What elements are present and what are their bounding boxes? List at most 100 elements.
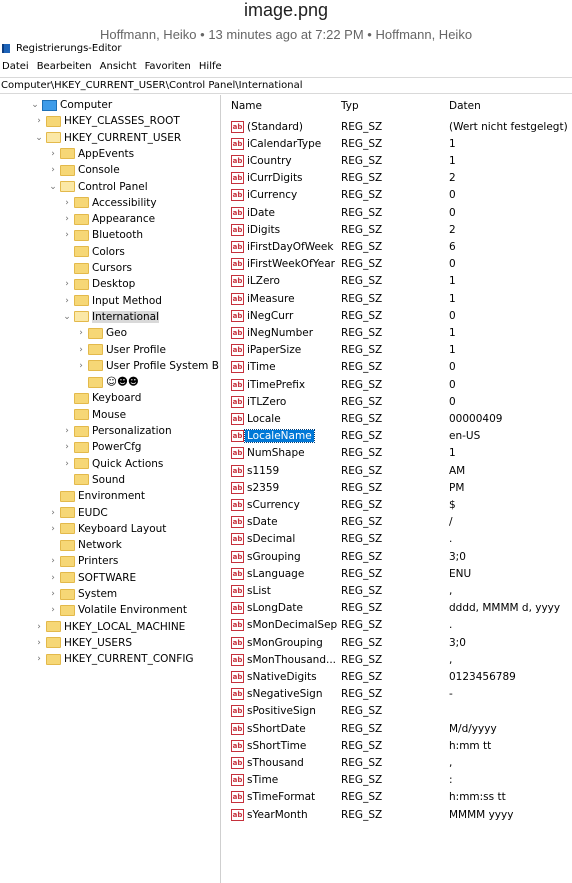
tree-item[interactable]: › HKEY_USERS: [34, 635, 132, 651]
collapsed-chevron-icon[interactable]: ›: [76, 358, 86, 374]
menu-datei[interactable]: Datei: [0, 61, 33, 72]
value-row[interactable]: ab LocaleName REG_SZ en-US: [224, 428, 572, 445]
value-row[interactable]: ab iPaperSize REG_SZ 1: [224, 342, 572, 359]
value-row[interactable]: ab NumShape REG_SZ 1: [224, 445, 572, 462]
value-row[interactable]: ab sTimeFormat REG_SZ h:mm:ss tt: [224, 789, 572, 806]
value-row[interactable]: ab sGrouping REG_SZ 3;0: [224, 548, 572, 565]
value-row[interactable]: ab sPositiveSign REG_SZ: [224, 703, 572, 720]
collapsed-chevron-icon[interactable]: ›: [48, 146, 58, 162]
value-row[interactable]: ab iCountry REG_SZ 1: [224, 152, 572, 169]
tree-item[interactable]: Cursors: [62, 260, 132, 276]
value-row[interactable]: ab iCurrency REG_SZ 0: [224, 187, 572, 204]
collapsed-chevron-icon[interactable]: ›: [62, 439, 72, 455]
tree-item[interactable]: › Bluetooth: [62, 227, 143, 243]
tree-item[interactable]: › User Profile System B: [76, 358, 219, 374]
tree-item[interactable]: Keyboard: [62, 390, 141, 406]
tree-item[interactable]: ⌄ Control Panel: [48, 179, 147, 195]
tree-item[interactable]: › Geo: [76, 325, 127, 341]
value-row[interactable]: ab sDate REG_SZ /: [224, 514, 572, 531]
tree-item[interactable]: Colors: [62, 244, 125, 260]
tree-item[interactable]: › Quick Actions: [62, 456, 163, 472]
collapsed-chevron-icon[interactable]: ›: [34, 113, 44, 129]
tree-item[interactable]: › Console: [48, 162, 120, 178]
value-row[interactable]: ab sCurrency REG_SZ $: [224, 496, 572, 513]
tree-item[interactable]: › HKEY_CURRENT_CONFIG: [34, 651, 193, 667]
tree-item[interactable]: › AppEvents: [48, 146, 134, 162]
value-row[interactable]: ab iTLZero REG_SZ 0: [224, 393, 572, 410]
collapsed-chevron-icon[interactable]: ›: [62, 211, 72, 227]
collapsed-chevron-icon[interactable]: ›: [76, 325, 86, 341]
tree-item[interactable]: › Personalization: [62, 423, 171, 439]
value-row[interactable]: ab sLanguage REG_SZ ENU: [224, 565, 572, 582]
tree-item[interactable]: › PowerCfg: [62, 439, 141, 455]
expanded-chevron-icon[interactable]: ⌄: [62, 309, 72, 325]
tree-item[interactable]: Environment: [48, 488, 145, 504]
tree-item[interactable]: › Keyboard Layout: [48, 521, 166, 537]
collapsed-chevron-icon[interactable]: ›: [62, 456, 72, 472]
address-path[interactable]: Computer\HKEY_CURRENT_USER\Control Panel…: [0, 80, 303, 91]
collapsed-chevron-icon[interactable]: ›: [76, 342, 86, 358]
tree-item[interactable]: › Input Method: [62, 293, 162, 309]
tree-item[interactable]: › Desktop: [62, 276, 135, 292]
value-row[interactable]: ab sLongDate REG_SZ dddd, MMMM d, yyyy: [224, 600, 572, 617]
value-row[interactable]: ab iTimePrefix REG_SZ 0: [224, 376, 572, 393]
collapsed-chevron-icon[interactable]: ›: [34, 651, 44, 667]
menu-bearbeiten[interactable]: Bearbeiten: [33, 61, 96, 72]
address-bar[interactable]: Computer\HKEY_CURRENT_USER\Control Panel…: [0, 77, 572, 94]
collapsed-chevron-icon[interactable]: ›: [34, 619, 44, 635]
value-row[interactable]: ab sMonThousand... REG_SZ,: [224, 651, 572, 668]
tree-item[interactable]: Mouse: [62, 407, 126, 423]
collapsed-chevron-icon[interactable]: ›: [48, 505, 58, 521]
collapsed-chevron-icon[interactable]: ›: [48, 553, 58, 569]
tree-item[interactable]: ☺☻☻: [76, 374, 139, 390]
tree-item[interactable]: ⌄ HKEY_CURRENT_USER: [34, 130, 181, 146]
value-row[interactable]: ab sTime REG_SZ:: [224, 772, 572, 789]
collapsed-chevron-icon[interactable]: ›: [62, 276, 72, 292]
value-row[interactable]: ab (Standard) REG_SZ (Wert nicht festgelegt…: [224, 118, 572, 135]
value-row[interactable]: ab iDigits REG_SZ 2: [224, 221, 572, 238]
value-row[interactable]: ab iCalendarType REG_SZ 1: [224, 135, 572, 152]
collapsed-chevron-icon[interactable]: ›: [62, 293, 72, 309]
collapsed-chevron-icon[interactable]: ›: [48, 586, 58, 602]
collapsed-chevron-icon[interactable]: ›: [48, 162, 58, 178]
value-row[interactable]: ab sMonDecimalSep REG_SZ.: [224, 617, 572, 634]
expanded-chevron-icon[interactable]: ⌄: [34, 130, 44, 146]
tree-item[interactable]: Network: [48, 537, 122, 553]
tree-item[interactable]: › Printers: [48, 553, 118, 569]
value-row[interactable]: ab sMonGrouping REG_SZ 3;0: [224, 634, 572, 651]
menu-ansicht[interactable]: Ansicht: [96, 61, 141, 72]
value-row[interactable]: ab iDate REG_SZ 0: [224, 204, 572, 221]
tree-item[interactable]: › User Profile: [76, 342, 166, 358]
value-row[interactable]: ab sNegativeSign REG_SZ -: [224, 686, 572, 703]
value-row[interactable]: ab iNegNumber REG_SZ 1: [224, 324, 572, 341]
value-row[interactable]: ab sDecimal REG_SZ.: [224, 531, 572, 548]
collapsed-chevron-icon[interactable]: ›: [34, 635, 44, 651]
expanded-chevron-icon[interactable]: ⌄: [30, 97, 40, 113]
value-row[interactable]: ab Locale REG_SZ 00000409: [224, 410, 572, 427]
value-row[interactable]: ab sThousand REG_SZ,: [224, 754, 572, 771]
value-row[interactable]: ab iNegCurr REG_SZ 0: [224, 307, 572, 324]
value-row[interactable]: ab sNativeDigits REG_SZ 0123456789: [224, 668, 572, 685]
value-row[interactable]: ab s2359 REG_SZ PM: [224, 479, 572, 496]
value-row[interactable]: ab sShortTime REG_SZ h:mm tt: [224, 737, 572, 754]
value-row[interactable]: ab iFirstWeekOfYear REG_SZ 0: [224, 256, 572, 273]
tree-item[interactable]: › System: [48, 586, 117, 602]
menu-hilfe[interactable]: Hilfe: [195, 61, 226, 72]
tree-item[interactable]: ⌄ Computer: [30, 97, 112, 113]
collapsed-chevron-icon[interactable]: ›: [62, 227, 72, 243]
value-row[interactable]: ab iCurrDigits REG_SZ 2: [224, 170, 572, 187]
tree-item[interactable]: Sound: [62, 472, 125, 488]
menu-favoriten[interactable]: Favoriten: [141, 61, 195, 72]
column-header-type[interactable]: Typ: [341, 98, 359, 114]
tree-item[interactable]: ⌄ International: [62, 309, 160, 325]
tree-item[interactable]: › Accessibility: [62, 195, 156, 211]
tree-item[interactable]: › Appearance: [62, 211, 155, 227]
collapsed-chevron-icon[interactable]: ›: [48, 602, 58, 618]
tree-item[interactable]: › EUDC: [48, 505, 108, 521]
collapsed-chevron-icon[interactable]: ›: [48, 570, 58, 586]
tree-item[interactable]: › HKEY_CLASSES_ROOT: [34, 113, 180, 129]
collapsed-chevron-icon[interactable]: ›: [62, 423, 72, 439]
value-row[interactable]: ab iFirstDayOfWeek REG_SZ 6: [224, 238, 572, 255]
column-header-name[interactable]: Name: [231, 98, 262, 114]
tree-item[interactable]: › Volatile Environment: [48, 602, 187, 618]
